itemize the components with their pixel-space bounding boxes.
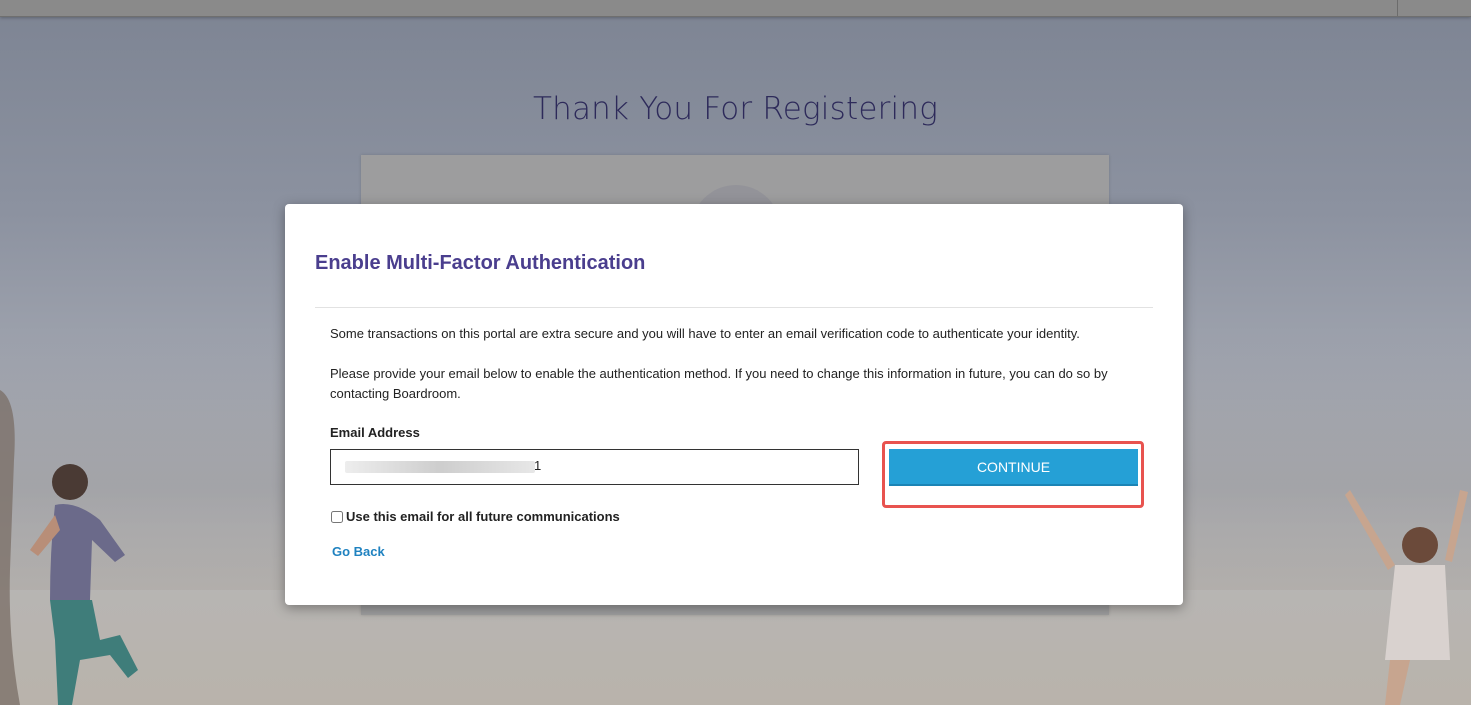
future-communications-label: Use this email for all future communicat… [346,509,620,524]
go-back-link[interactable]: Go Back [332,544,385,559]
continue-button[interactable]: CONTINUE [889,449,1138,486]
email-field[interactable] [330,449,859,485]
top-navigation-bar [0,0,1471,17]
info-paragraph-1: Some transactions on this portal are ext… [330,326,1080,341]
future-communications-option[interactable]: Use this email for all future communicat… [330,509,620,524]
email-field-label: Email Address [330,425,420,440]
jumping-child-right [1345,490,1468,705]
running-child-left [30,464,138,705]
mfa-modal: Enable Multi-Factor Authentication Some … [285,204,1183,605]
top-bar-divider [1397,0,1398,16]
modal-title: Enable Multi-Factor Authentication [315,252,646,274]
modal-divider [315,307,1153,308]
info-paragraph-2: Please provide your email below to enabl… [330,366,1108,401]
page-title: Thank You For Registering [532,90,939,127]
page: Thank You For Registering Enable Multi-F… [0,0,1471,705]
future-communications-checkbox[interactable] [331,510,343,523]
